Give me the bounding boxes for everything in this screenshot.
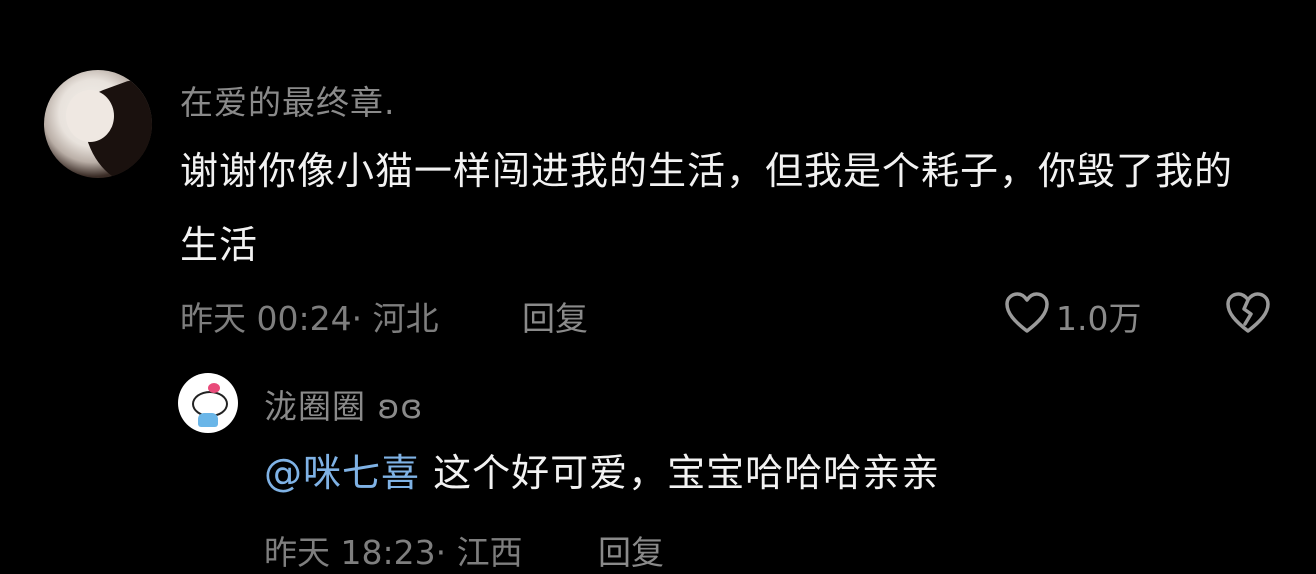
reply-time: 昨天 18:23 [264,533,436,572]
reply-to-reply-button[interactable]: 回复 [598,526,664,574]
avatar-face [66,90,114,142]
reply-user-avatar[interactable] [178,373,238,433]
reply-button[interactable]: 回复 [522,292,588,340]
reply-location: · 江西 [435,533,523,572]
comment-text: 谢谢你像小猫一样闯进我的生活，但我是个耗子，你毁了我的生活 [180,149,1234,267]
user-avatar[interactable] [44,70,152,178]
reply-username[interactable]: 泷圈圈 ʚɞ [264,380,423,428]
reply-meta: 昨天 18:23· 江西 [264,526,523,574]
broken-heart-icon[interactable] [1224,291,1272,335]
comment-meta: 昨天 00:24· 河北 [180,292,439,340]
comment-thread: { "comment": { "username": "在爱的最终章.", "t… [0,0,1316,572]
reply-text-line: @咪七喜 这个好可爱，宝宝哈哈哈亲亲 [264,436,1264,510]
hello-kitty-body [198,413,218,427]
like-count: 1.0万 [1056,299,1142,338]
comment-time: 昨天 00:24 [180,299,352,338]
mention-link[interactable]: @咪七喜 [264,451,420,495]
hello-kitty-bow [208,383,220,393]
reply-text: 这个好可爱，宝宝哈哈哈亲亲 [420,451,941,495]
comment-location: · 河北 [351,299,439,338]
comment-username[interactable]: 在爱的最终章. [180,76,396,124]
heart-icon[interactable] [1004,291,1050,335]
